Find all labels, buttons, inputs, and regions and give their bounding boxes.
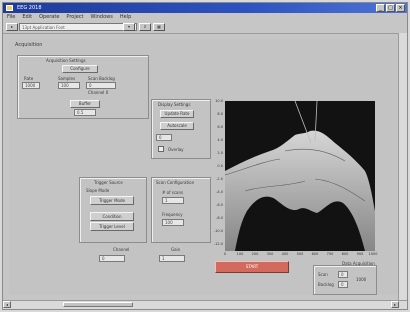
y-tick: -4.0 xyxy=(216,190,223,194)
rate-label: Rate xyxy=(24,76,34,81)
scroll-left-icon[interactable]: ◂ xyxy=(3,301,11,308)
panel-title: Acquisition xyxy=(15,42,43,48)
buffer-button[interactable]: Buffer xyxy=(70,100,100,108)
update-rate-button[interactable]: Update Rate xyxy=(160,110,194,118)
x-tick: 600 xyxy=(311,252,319,256)
display-group-title: Display Settings xyxy=(158,102,191,107)
waveform-svg xyxy=(225,101,375,251)
y-tick: -10.0 xyxy=(213,229,223,233)
display-group: Display Settings Update Rate Autoscale 0… xyxy=(151,99,211,159)
overlay-checkbox[interactable] xyxy=(158,146,164,152)
menu-bar: File Edit Operate Project Windows Help xyxy=(3,13,407,22)
backlog-field[interactable]: 0 xyxy=(86,82,116,89)
x-tick: 1000 xyxy=(368,252,378,256)
scans-label: # of scans xyxy=(162,190,184,195)
title-bar[interactable]: EEG 2018 _ □ × xyxy=(3,3,407,13)
menu-help[interactable]: Help xyxy=(120,13,131,22)
backlog-count-label: Backlog xyxy=(318,282,334,287)
backlog-count-field: 0 xyxy=(338,281,348,288)
rate-field[interactable]: 1000 xyxy=(22,82,40,89)
front-panel: Acquisition Acquisition Settings Configu… xyxy=(9,39,397,295)
waveform-trace xyxy=(225,130,375,251)
trigger-group-title: Trigger Source xyxy=(94,180,123,185)
x-tick: 100 xyxy=(236,252,244,256)
menu-edit[interactable]: Edit xyxy=(22,13,32,22)
vertical-scrollbar[interactable] xyxy=(398,33,407,301)
stats-group: Data Acquisition Scan 0 Backlog 0 1000 xyxy=(313,261,377,295)
toolbar: ▸ 13pt Application Font ▾ ⇕ ▦ xyxy=(3,22,407,34)
x-tick: 800 xyxy=(341,252,349,256)
trigger-group: Trigger Source Slope Mode Trigger Mode C… xyxy=(79,177,147,243)
app-icon xyxy=(6,5,13,11)
scan-count-label: Scan xyxy=(318,272,328,277)
menu-project[interactable]: Project xyxy=(66,13,83,22)
y-tick: 6.0 xyxy=(217,125,223,129)
frequency-field[interactable]: 100 xyxy=(162,219,184,226)
window-title: EEG 2018 xyxy=(17,5,42,11)
align-button[interactable]: ⇕ xyxy=(139,23,151,31)
y-tick: -6.0 xyxy=(216,203,223,207)
condition-button[interactable]: Condition xyxy=(90,212,134,221)
font-select[interactable]: 13pt Application Font xyxy=(19,23,137,31)
start-button[interactable]: START xyxy=(215,261,289,273)
y-tick: -8.0 xyxy=(216,216,223,220)
menu-operate[interactable]: Operate xyxy=(39,13,59,22)
y-tick: 10.0 xyxy=(215,99,223,103)
buffer-field[interactable]: 0.5 xyxy=(74,109,96,116)
acquisition-group-title: Acquisition Settings xyxy=(46,58,86,63)
stats-title: Data Acquisition xyxy=(342,261,375,266)
gain-label: Gain xyxy=(171,247,181,252)
samples-field[interactable]: 100 xyxy=(58,82,80,89)
channel-bottom-field[interactable]: 0 xyxy=(99,255,125,262)
x-tick: 0 xyxy=(223,252,227,256)
x-tick: 700 xyxy=(326,252,334,256)
y-tick: 0.0 xyxy=(217,164,223,168)
run-icon[interactable]: ▸ xyxy=(6,23,18,31)
y-tick: 2.0 xyxy=(217,151,223,155)
y-tick: 4.0 xyxy=(217,138,223,142)
y-tick: -2.0 xyxy=(216,177,223,181)
channel-label: Channel 0 xyxy=(88,90,109,95)
gain-field[interactable]: 1 xyxy=(159,255,185,262)
y-tick: 8.0 xyxy=(217,112,223,116)
x-tick: 200 xyxy=(251,252,259,256)
minimize-button[interactable]: _ xyxy=(376,4,385,12)
x-tick: 300 xyxy=(266,252,274,256)
trigger-level-button[interactable]: Trigger Level xyxy=(90,222,134,231)
scroll-thumb[interactable] xyxy=(63,302,133,307)
y-tick: -12.0 xyxy=(213,242,223,246)
x-tick: 900 xyxy=(356,252,364,256)
acquisition-group: Acquisition Settings Configure Rate Samp… xyxy=(17,55,149,119)
menu-file[interactable]: File xyxy=(7,13,15,22)
scan-group-title: Scan Configuration xyxy=(156,180,195,185)
scans-field[interactable]: 1 xyxy=(162,197,184,204)
menu-windows[interactable]: Windows xyxy=(91,13,113,22)
scan-count-field: 0 xyxy=(338,271,348,278)
close-button[interactable]: × xyxy=(396,4,405,12)
rate-readout: 1000 xyxy=(356,277,367,282)
configure-button[interactable]: Configure xyxy=(62,65,98,73)
x-tick: 400 xyxy=(281,252,289,256)
scan-group: Scan Configuration # of scans 1 Frequenc… xyxy=(151,177,211,243)
autoscale-button[interactable]: Autoscale xyxy=(160,122,194,130)
font-dropdown-button[interactable]: ▾ xyxy=(123,23,135,31)
main-window: EEG 2018 _ □ × File Edit Operate Project… xyxy=(2,2,408,310)
horizontal-scrollbar[interactable]: ◂ ▸ xyxy=(3,300,407,309)
distribute-button[interactable]: ▦ xyxy=(153,23,165,31)
x-tick: 500 xyxy=(296,252,304,256)
channel-bottom-label: Channel xyxy=(113,247,130,252)
scroll-right-icon[interactable]: ▸ xyxy=(391,301,399,308)
samples-label: Samples xyxy=(58,76,76,81)
maximize-button[interactable]: □ xyxy=(386,4,395,12)
frequency-label: Frequency xyxy=(162,212,183,217)
overlay-label: Overlay xyxy=(168,147,184,152)
waveform-graph[interactable] xyxy=(225,101,375,251)
trigger-mode-button[interactable]: Trigger Mode xyxy=(90,196,134,205)
display-value-field[interactable]: 0 xyxy=(156,134,172,141)
slope-mode-label: Slope Mode xyxy=(86,188,110,193)
backlog-label: Scan Backlog xyxy=(88,76,115,81)
